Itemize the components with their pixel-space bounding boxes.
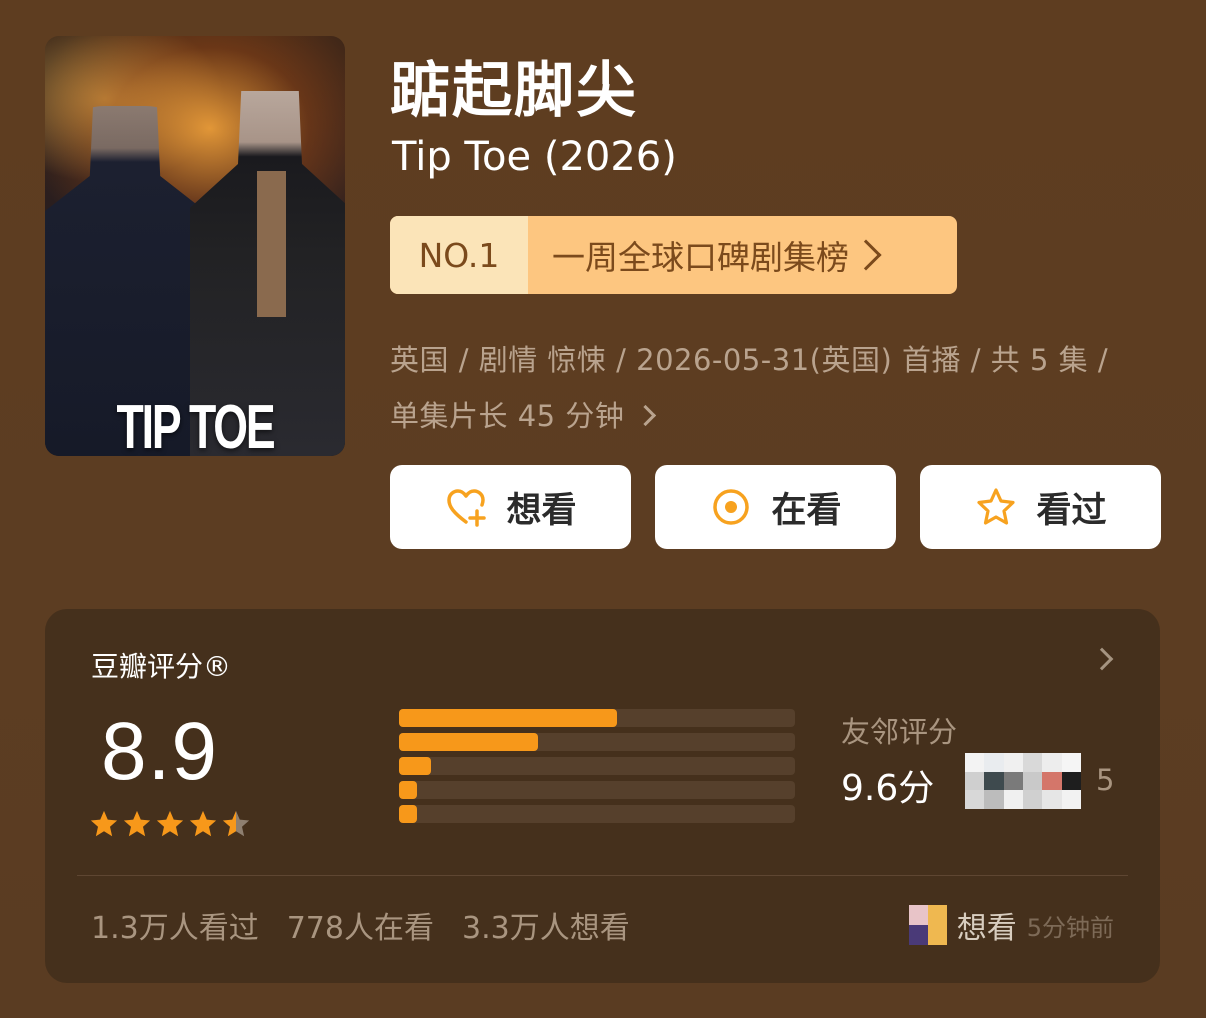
recent-activity-time: 5分钟前 xyxy=(1026,913,1114,942)
heart-plus-icon xyxy=(447,489,487,527)
rating-score: 8.9 xyxy=(101,706,218,797)
rating-panel-title: 豆瓣评分® xyxy=(91,650,232,683)
meta-duration: 单集片长 45 分钟 xyxy=(390,399,625,433)
star-icon xyxy=(123,810,151,837)
distribution-bar-4-star xyxy=(399,733,538,751)
star-half-icon xyxy=(222,810,250,837)
rating-stars xyxy=(89,809,251,839)
distribution-bar-2-star xyxy=(399,781,417,799)
distribution-bar-track xyxy=(399,733,795,751)
friends-rating-score[interactable]: 9.6分 xyxy=(841,759,934,811)
distribution-bar-5-star xyxy=(399,709,617,727)
star-icon xyxy=(189,810,217,837)
star-icon xyxy=(156,810,184,837)
friends-count: 5 xyxy=(1096,763,1115,797)
meta-info[interactable]: 英国 / 剧情 惊悚 / 2026-05-31(英国) 首播 / 共 5 集 /… xyxy=(390,332,1170,444)
want-count[interactable]: 3.3万人想看 xyxy=(462,903,630,947)
chevron-right-icon xyxy=(850,239,882,271)
distribution-bar-track xyxy=(399,781,795,799)
ranking-number: NO.1 xyxy=(390,216,528,294)
target-icon xyxy=(713,489,750,525)
ranking-list: 一周全球口碑剧集榜 xyxy=(528,216,957,294)
watched-count[interactable]: 1.3万人看过 xyxy=(91,903,259,947)
watching-button[interactable]: 在看 xyxy=(655,465,896,549)
avatar xyxy=(908,905,947,945)
meta-line-1: 英国 / 剧情 惊悚 / 2026-05-31(英国) 首播 / 共 5 集 / xyxy=(390,343,1109,377)
distribution-bar-track xyxy=(399,709,795,727)
watching-label: 在看 xyxy=(771,490,842,531)
page-title: 踮起脚尖 xyxy=(390,56,638,126)
star-icon xyxy=(90,810,118,837)
poster-image[interactable]: TIP TOE xyxy=(45,36,345,456)
watching-count[interactable]: 778人在看 xyxy=(287,903,434,947)
friends-avatars[interactable] xyxy=(965,753,1081,809)
friends-rating-label: 友邻评分 xyxy=(841,715,958,749)
distribution-bar-track xyxy=(399,757,795,775)
chevron-right-icon[interactable] xyxy=(1090,647,1114,671)
distribution-bar-track xyxy=(399,805,795,823)
rating-panel[interactable]: 豆瓣评分® 8.9 友邻评分 9.6分 5 1.3万人看过 778人在看 3.3… xyxy=(45,609,1160,983)
want-to-watch-button[interactable]: 想看 xyxy=(390,465,631,549)
stats-row: 1.3万人看过 778人在看 3.3万人想看 xyxy=(91,903,630,947)
want-to-watch-label: 想看 xyxy=(506,490,577,531)
distribution-bar-1-star xyxy=(399,805,417,823)
meta-line-2: 单集片长 45 分钟 xyxy=(390,388,1170,444)
recent-activity[interactable]: 想看 5分钟前 xyxy=(908,903,1114,947)
poster-title-text: TIP TOE xyxy=(116,393,276,456)
divider xyxy=(77,875,1128,876)
watched-button[interactable]: 看过 xyxy=(920,465,1161,549)
chevron-right-icon xyxy=(634,404,657,427)
original-title: Tip Toe (2026) xyxy=(392,134,677,180)
ranking-list-name: 一周全球口碑剧集榜 xyxy=(552,238,849,277)
watched-label: 看过 xyxy=(1036,490,1107,531)
recent-activity-action: 想看 xyxy=(956,911,1017,946)
distribution-bar-3-star xyxy=(399,757,431,775)
ranking-badge[interactable]: NO.1 一周全球口碑剧集榜 xyxy=(390,216,957,294)
star-outline-icon xyxy=(977,488,1016,525)
